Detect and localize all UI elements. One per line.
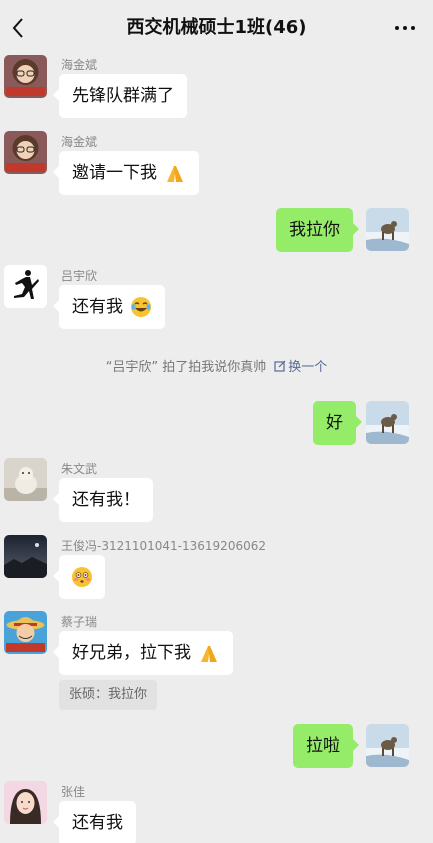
- avatar[interactable]: [4, 781, 47, 824]
- quoted-reply[interactable]: 张硕：我拉你: [59, 680, 158, 710]
- avatar[interactable]: [4, 535, 47, 578]
- sender-name: 吕宇欣: [61, 269, 98, 283]
- more-dots-icon: [395, 26, 399, 30]
- message-text: 好兄弟，拉下我: [72, 643, 191, 663]
- sender-name: 海金斌: [61, 135, 98, 149]
- message-text: 还有我: [72, 813, 123, 833]
- edit-icon: [274, 360, 286, 372]
- message-bubble[interactable]: [53, 555, 105, 599]
- avatar[interactable]: [4, 265, 47, 308]
- avatar[interactable]: [4, 611, 47, 654]
- avatar[interactable]: [4, 55, 47, 98]
- sender-name: 张佳: [61, 785, 86, 799]
- change-pat-label: 换一个: [288, 360, 328, 375]
- message-bubble[interactable]: 还有我！: [53, 478, 153, 522]
- message-bubble[interactable]: 好兄弟，拉下我: [52, 631, 234, 675]
- more-options-button[interactable]: [389, 14, 421, 42]
- pat-notice: “吕宇欣” 拍了拍我说你真帅 换一个: [0, 356, 433, 375]
- message-text: 邀请一下我: [72, 163, 157, 183]
- message-bubble[interactable]: 好: [313, 401, 362, 445]
- back-button[interactable]: [4, 10, 32, 46]
- pat-text: “吕宇欣” 拍了拍我说你真帅: [105, 360, 267, 375]
- chevron-left-icon: [12, 18, 23, 38]
- sender-name: 朱文武: [61, 462, 98, 476]
- laughing-emoji: [131, 297, 152, 317]
- message-text: 拉啦: [306, 736, 340, 756]
- avatar[interactable]: [4, 458, 47, 501]
- folded-hands-emoji: [167, 166, 184, 182]
- message-text: 好: [326, 413, 343, 433]
- sender-name: 蔡子瑞: [61, 615, 98, 629]
- chat-title: 西交机械硕士1班(46): [126, 17, 307, 38]
- avatar[interactable]: [4, 131, 47, 174]
- message-bubble[interactable]: 我拉你: [276, 208, 359, 252]
- flushed-emoji: [72, 567, 92, 587]
- sender-name: 王俊冯-3121101041-13619206062: [61, 539, 266, 553]
- chat-header: 西交机械硕士1班(46): [0, 0, 433, 56]
- message-bubble[interactable]: 还有我: [52, 285, 166, 329]
- my-avatar[interactable]: [366, 208, 409, 251]
- message-text: 先锋队群满了: [72, 86, 174, 106]
- message-text: 我拉你: [289, 220, 340, 240]
- message-bubble[interactable]: 先锋队群满了: [53, 74, 187, 118]
- sender-name: 海金斌: [61, 58, 98, 72]
- message-text: 还有我: [72, 297, 123, 317]
- my-avatar[interactable]: [366, 724, 409, 767]
- quote-text: 张硕：我拉你: [69, 687, 148, 702]
- my-avatar[interactable]: [366, 401, 409, 444]
- message-bubble[interactable]: 邀请一下我: [52, 151, 200, 195]
- folded-hands-emoji: [201, 646, 218, 662]
- change-pat-link[interactable]: 换一个: [274, 360, 327, 375]
- message-text: 还有我！: [72, 490, 140, 510]
- message-bubble[interactable]: 还有我: [53, 801, 136, 843]
- message-bubble[interactable]: 拉啦: [293, 724, 359, 768]
